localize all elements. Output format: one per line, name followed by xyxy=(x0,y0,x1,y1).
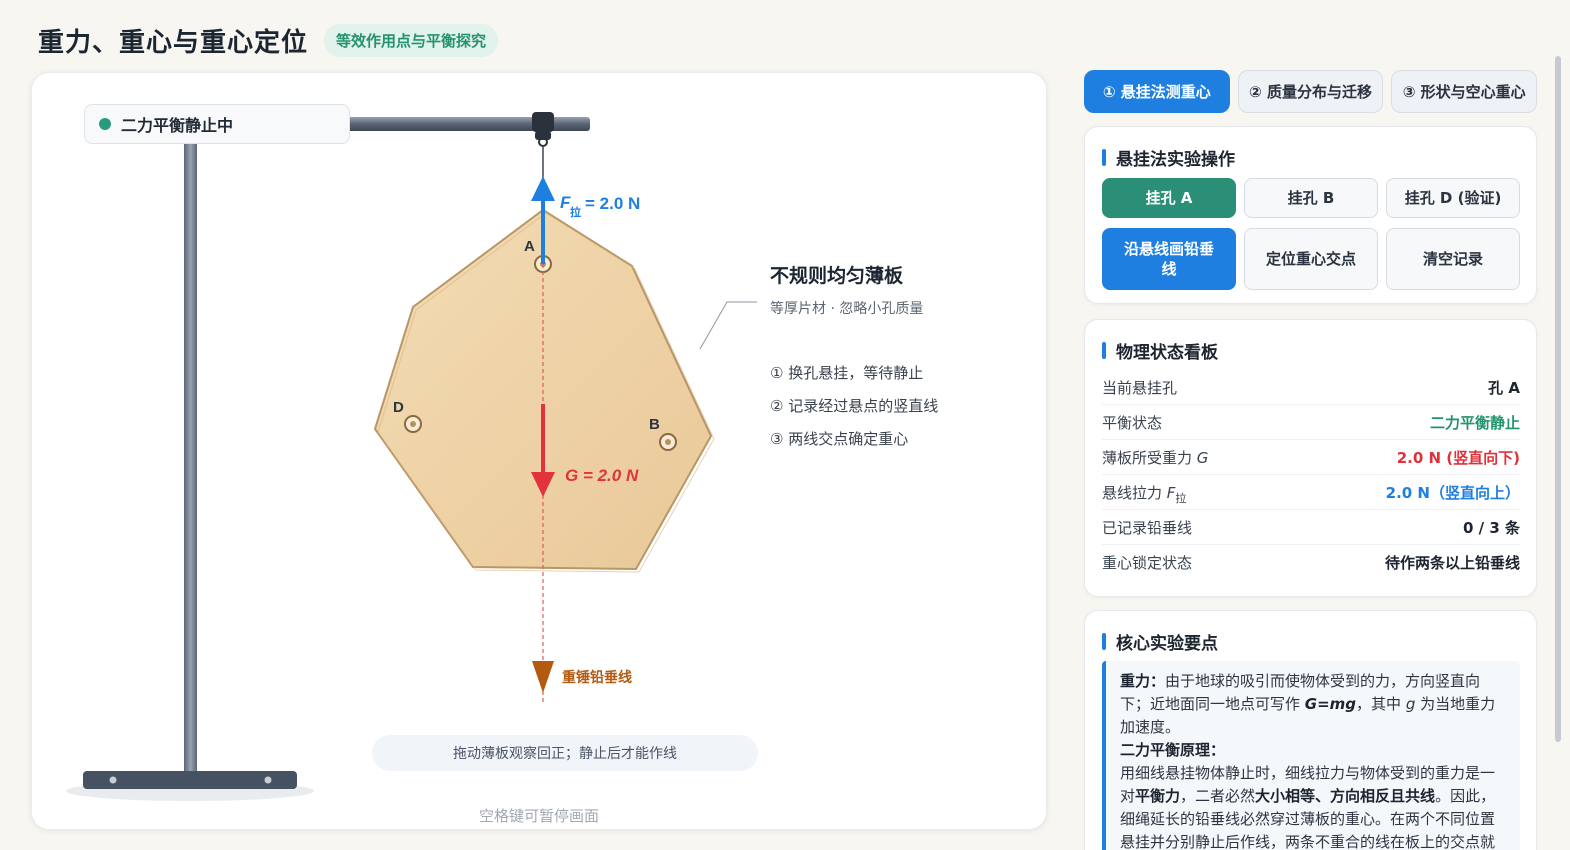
state-row-lines: 已记录铅垂线 0 / 3 条 xyxy=(1102,510,1520,545)
state-label: 当前悬挂孔 xyxy=(1102,378,1178,397)
gravity-text: ，其中 xyxy=(1356,695,1406,713)
ops-card: 悬挂法实验操作 挂孔 A 挂孔 B 挂孔 D (验证) 沿悬线画铅垂线 定位重心… xyxy=(1084,126,1537,304)
equilibrium-status: 二力平衡静止中 xyxy=(84,104,350,144)
hole-b-center xyxy=(665,439,671,445)
step-3: ③ 两线交点确定重心 xyxy=(770,430,908,448)
state-rows: 当前悬挂孔 孔 A 平衡状态 二力平衡静止 薄板所受重力 G 2.0 N (竖直… xyxy=(1102,370,1520,580)
draw-plumb-line-button[interactable]: 沿悬线画铅垂线 xyxy=(1102,228,1236,290)
gravity-formula: G=mg xyxy=(1304,695,1357,713)
subtitle-badge: 等效作用点与平衡探究 xyxy=(324,23,499,57)
tension-label: = 2.0 N xyxy=(585,194,640,213)
state-label: 薄板所受重力 G xyxy=(1102,447,1208,468)
gravity-label: G = 2.0 N xyxy=(565,466,639,485)
state-label: 已记录铅垂线 xyxy=(1102,518,1193,537)
hang-b-button[interactable]: 挂孔 B xyxy=(1244,178,1378,218)
ops-grid: 挂孔 A 挂孔 B 挂孔 D (验证) 沿悬线画铅垂线 定位重心交点 清空记录 xyxy=(1102,178,1520,290)
base-screw xyxy=(109,776,117,784)
hang-d-button[interactable]: 挂孔 D (验证) xyxy=(1386,178,1520,218)
hang-a-button[interactable]: 挂孔 A xyxy=(1102,178,1236,218)
state-value: 2.0 N (竖直向下) xyxy=(1396,448,1520,467)
hanging-clamp xyxy=(532,112,554,132)
key-points-text: 重力：由于地球的吸引而使物体受到的力，方向竖直向下；近地面同一地点可写作 G=m… xyxy=(1102,661,1520,850)
tab-shape-hollow[interactable]: ③ 形状与空心重心 xyxy=(1391,70,1538,113)
plate-title: 不规则均匀薄板 xyxy=(770,264,904,287)
plumb-label: 重锤铅垂线 xyxy=(562,669,632,686)
gravity-g: g xyxy=(1405,695,1416,713)
plate-subtitle: 等厚片材 · 忽略小孔质量 xyxy=(770,300,923,317)
state-label: 悬线拉力 F拉 xyxy=(1102,482,1187,505)
tab-suspension[interactable]: ① 悬挂法测重心 xyxy=(1084,70,1230,113)
state-label-text: 悬线拉力 xyxy=(1102,483,1167,502)
callout-leader xyxy=(699,301,757,350)
pause-hint: 空格键可暂停画面 xyxy=(478,807,599,825)
drag-hint: 拖动薄板观察回正；静止后才能作线 xyxy=(372,735,758,771)
tension-subscript: 拉 xyxy=(570,205,581,219)
gravity-term: 重力： xyxy=(1120,672,1166,690)
clear-records-button[interactable]: 清空记录 xyxy=(1386,228,1520,290)
header: 重力、重心与重心定位 等效作用点与平衡探究 xyxy=(38,22,499,58)
page-title: 重力、重心与重心定位 xyxy=(38,27,309,58)
key-points-title: 核心实验要点 xyxy=(1102,629,1218,654)
hole-b-label: B xyxy=(649,416,660,433)
state-label: 重心锁定状态 xyxy=(1102,554,1193,572)
state-card: 物理状态看板 当前悬挂孔 孔 A 平衡状态 二力平衡静止 薄板所受重力 G 2.… xyxy=(1084,319,1537,597)
tab-mass-distribution[interactable]: ② 质量分布与迁移 xyxy=(1237,70,1384,113)
mode-tabs: ① 悬挂法测重心 ② 质量分布与迁移 ③ 形状与空心重心 xyxy=(1084,70,1538,113)
state-row-lock: 重心锁定状态 待作两条以上铅垂线 xyxy=(1102,545,1520,580)
state-value: 待作两条以上铅垂线 xyxy=(1384,554,1520,572)
state-row-balance: 平衡状态 二力平衡静止 xyxy=(1102,405,1520,440)
state-value: 2.0 N（竖直向上） xyxy=(1385,483,1520,502)
stand-pole xyxy=(184,117,197,771)
experiment-canvas: A B D 重锤铅垂线 F 拉 = 2.0 N G = 2.0 N 不规则均匀薄… xyxy=(66,112,938,801)
hole-a-label: A xyxy=(524,238,535,255)
state-value: 二力平衡静止 xyxy=(1429,413,1520,432)
state-row-hole: 当前悬挂孔 孔 A xyxy=(1102,370,1520,405)
step-1: ① 换孔悬挂，等待静止 xyxy=(770,364,923,382)
side-panel: ① 悬挂法测重心 ② 质量分布与迁移 ③ 形状与空心重心 悬挂法实验操作 挂孔 … xyxy=(1084,70,1538,850)
locate-center-button[interactable]: 定位重心交点 xyxy=(1244,228,1378,290)
hole-d-center xyxy=(410,421,416,427)
plumb-bob[interactable] xyxy=(532,661,554,693)
state-card-title: 物理状态看板 xyxy=(1102,338,1218,363)
state-row-gravity: 薄板所受重力 G 2.0 N (竖直向下) xyxy=(1102,440,1520,475)
hole-d-label: D xyxy=(393,399,404,416)
base-screw xyxy=(264,776,272,784)
key-points-card: 核心实验要点 重力：由于地球的吸引而使物体受到的力，方向竖直向下；近地面同一地点… xyxy=(1084,610,1537,850)
balance-bold: 平衡力 xyxy=(1135,787,1181,805)
state-label: 平衡状态 xyxy=(1102,413,1163,432)
state-row-tension: 悬线拉力 F拉 2.0 N（竖直向上） xyxy=(1102,475,1520,510)
balance-bold: 大小相等、方向相反且共线 xyxy=(1255,787,1436,805)
page-scrollbar[interactable] xyxy=(1555,56,1561,742)
state-label-symbol: G xyxy=(1196,448,1209,467)
status-dot-icon xyxy=(99,118,111,130)
state-value: 0 / 3 条 xyxy=(1462,518,1520,537)
step-2: ② 记录经过悬点的竖直线 xyxy=(770,397,938,415)
tension-arrow-head xyxy=(531,176,555,201)
state-label-subscript: 拉 xyxy=(1175,491,1187,505)
balance-term: 二力平衡原理： xyxy=(1120,741,1226,759)
state-label-text: 薄板所受重力 xyxy=(1102,448,1197,467)
experiment-stage: A B D 重锤铅垂线 F 拉 = 2.0 N G = 2.0 N 不规则均匀薄… xyxy=(31,72,1047,830)
ops-card-title: 悬挂法实验操作 xyxy=(1102,145,1235,170)
balance-text: ，二者必然 xyxy=(1180,787,1256,805)
equilibrium-status-text: 二力平衡静止中 xyxy=(121,116,234,135)
state-value: 孔 A xyxy=(1488,378,1520,397)
